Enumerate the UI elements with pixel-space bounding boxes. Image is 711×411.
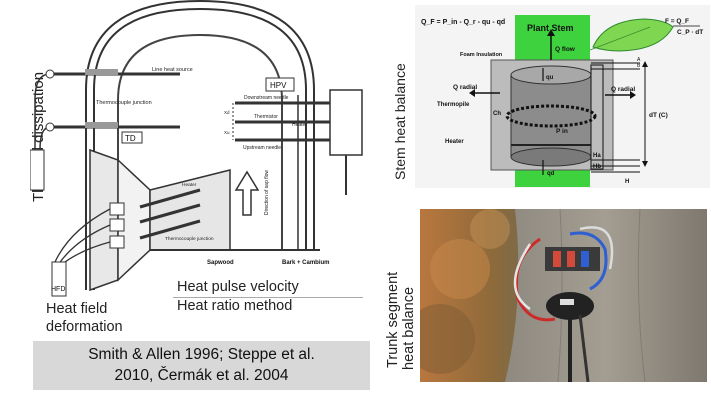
thermopile-label: Thermopile xyxy=(437,102,470,108)
heat-field-label-line1: Heat field xyxy=(46,301,108,317)
trunk-segment-label-line1: Trunk segment xyxy=(385,271,401,368)
equation-right-num: F = Q_F xyxy=(665,18,689,25)
line-heat-source-label: Line heat source xyxy=(152,67,193,73)
citation-box: Smith & Allen 1996; Steppe et al. 2010, … xyxy=(33,341,370,390)
hpv-label: HPV xyxy=(270,81,287,90)
xu-label: Xu xyxy=(224,130,230,135)
q-radial-right-label: Q radial xyxy=(611,86,635,93)
dt-label: dT (C) xyxy=(649,112,668,119)
thermocouple-junction-label: Thermocouple junction xyxy=(96,100,152,106)
q-flow-label: Q flow xyxy=(555,46,576,53)
downstream-needle-label: Downstream needle xyxy=(244,95,289,101)
b-label: B xyxy=(637,63,641,69)
citation-line-1: Smith & Allen 1996; Steppe et al. xyxy=(88,346,315,363)
heat-field-label-line2: deformation xyxy=(46,319,123,335)
ch-label: Ch xyxy=(493,111,501,117)
h-label: H xyxy=(625,179,629,185)
heat-pulse-velocity-label: Heat pulse velocity xyxy=(177,279,299,295)
ha-label: Ha xyxy=(593,153,601,159)
plant-stem-label: Plant Stem xyxy=(527,23,574,33)
stem-heat-balance-diagram: Q_F = P_in - Q_r - qu - qd F = Q_F C_P ·… xyxy=(415,5,710,188)
stem-heat-balance-label: Stem heat balance xyxy=(392,63,408,180)
heater-label-shb: Heater xyxy=(445,139,464,145)
trunk-segment-label-line2: heat balance xyxy=(401,286,417,370)
sapwood-label: Sapwood xyxy=(207,260,234,266)
citation-line-2: 2010, Čermák et al. 2004 xyxy=(114,367,289,384)
sap-flow-direction-label: Direction of sap flow xyxy=(264,170,270,215)
sap-flow-probe-diagram: Line heat source Thermocouple junction T… xyxy=(29,0,370,300)
equation-left: Q_F = P_in - Q_r - qu - qd xyxy=(421,19,505,26)
qu-label: qu xyxy=(546,75,554,81)
hb-label: Hb xyxy=(593,164,601,170)
bark-cambium-label: Bark + Cambium xyxy=(282,260,330,266)
p-in-label: P in xyxy=(556,128,568,135)
trunk-segment-photo xyxy=(420,209,707,382)
thermistor-label: Thermistor xyxy=(254,114,278,120)
heat-ratio-method-label: Heat ratio method xyxy=(177,298,293,314)
thermocouple-junction-lower-label: Thermocouple junction xyxy=(165,236,214,242)
equation-right-den: C_P · dT xyxy=(677,29,703,36)
foam-insulation-label: Foam Insulation xyxy=(460,52,503,58)
xd-label: Xd xyxy=(224,110,230,115)
hfd-label: HFD xyxy=(51,286,65,293)
upstream-needle-label: Upstream needle xyxy=(243,145,281,151)
heater-small-label: Heater xyxy=(182,182,197,188)
q-radial-left-label: Q radial xyxy=(453,84,477,91)
qd-label: qd xyxy=(547,171,555,177)
heater-label: Heater xyxy=(292,122,307,128)
td-label: TD xyxy=(125,134,136,143)
